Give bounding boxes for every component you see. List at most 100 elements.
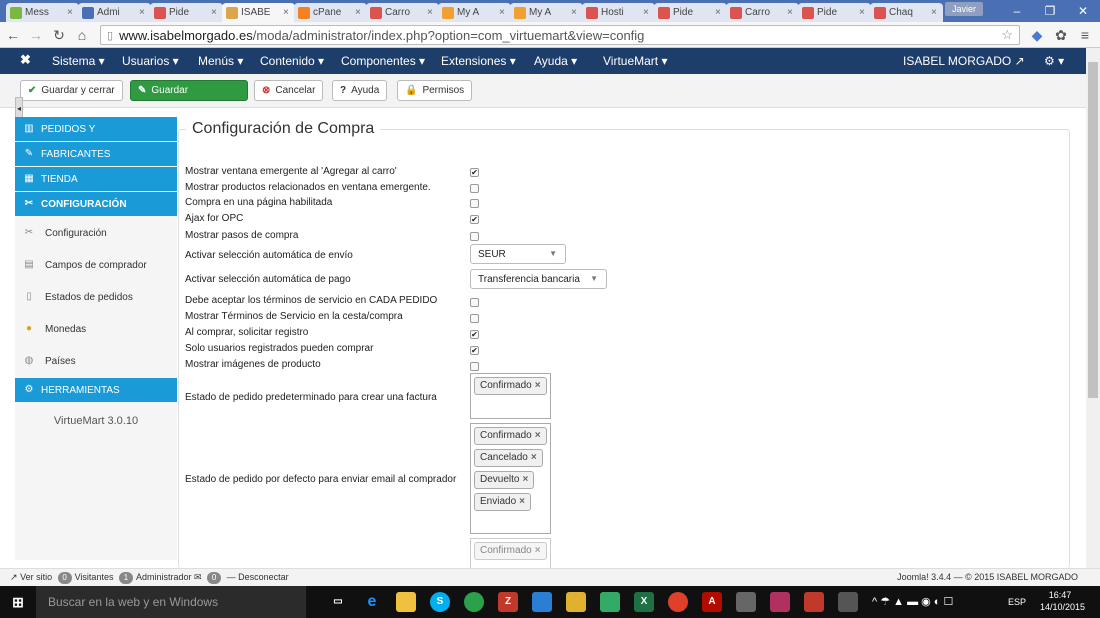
- save-button[interactable]: ✎ Guardar: [130, 80, 248, 101]
- permissions-button[interactable]: 🔒 Permisos: [397, 80, 473, 101]
- email-status-multiselect[interactable]: Confirmado × Cancelado × Devuelto × Enviado…: [470, 423, 551, 534]
- sidebar-item-currencies[interactable]: ● Monedas: [15, 313, 177, 345]
- browser-tab[interactable]: ISABE ×: [222, 3, 295, 22]
- payment-select[interactable]: Transferencia bancaria ▼: [470, 269, 607, 289]
- sidebar-header-configuration[interactable]: ✂ CONFIGURACIÓN: [15, 192, 177, 216]
- acrobat-icon[interactable]: A: [702, 592, 722, 612]
- admin-menu-item[interactable]: Menús ▾: [198, 54, 243, 68]
- sidebar-item-buyer-fields[interactable]: ▤ Campos de comprador: [15, 249, 177, 281]
- setting-checkbox[interactable]: [470, 199, 479, 208]
- browser-user-badge[interactable]: Javier: [945, 2, 983, 16]
- browser-tab[interactable]: Hosti ×: [582, 3, 655, 22]
- setting-checkbox[interactable]: ✔: [470, 168, 479, 177]
- shipping-select[interactable]: SEUR ▼: [470, 244, 566, 264]
- admin-menu-item[interactable]: Sistema ▾: [52, 54, 105, 68]
- browser-tab[interactable]: My A ×: [438, 3, 511, 22]
- app-icon[interactable]: [464, 592, 484, 612]
- admin-menu-item[interactable]: Usuarios ▾: [122, 54, 179, 68]
- app-7-icon[interactable]: [804, 592, 824, 612]
- logout-link[interactable]: Desconectar: [238, 572, 289, 582]
- setting-checkbox[interactable]: [470, 232, 479, 241]
- remove-chip-icon[interactable]: ×: [535, 430, 541, 441]
- setting-label: Debe aceptar los términos de servicio en…: [185, 295, 438, 306]
- taskbar-clock[interactable]: 16:47 14/10/2015: [1040, 589, 1085, 613]
- browser-tab[interactable]: Admi ×: [78, 3, 151, 22]
- setting-checkbox[interactable]: [470, 184, 479, 193]
- browser-tab[interactable]: Mess ×: [6, 3, 79, 22]
- invoice-status-multiselect[interactable]: Confirmado ×: [470, 373, 551, 419]
- taskbar-search[interactable]: Buscar en la web y en Windows: [36, 586, 306, 618]
- extension-icon[interactable]: ◆: [1028, 26, 1046, 44]
- browser-tab[interactable]: Chaq ×: [870, 3, 943, 22]
- joomla-logo-icon[interactable]: ✖: [20, 52, 31, 68]
- admin-menu-item[interactable]: VirtueMart ▾: [603, 54, 668, 68]
- sidebar-header-manufacturers[interactable]: ✎ FABRICANTES: [15, 142, 177, 166]
- setting-checkbox[interactable]: [470, 362, 479, 371]
- extension-2-icon[interactable]: ✿: [1052, 26, 1070, 44]
- remove-chip-icon[interactable]: ×: [535, 380, 541, 391]
- scrollbar-thumb[interactable]: [1088, 62, 1098, 398]
- close-tab-icon[interactable]: ×: [931, 7, 943, 18]
- sidebar-header-tools[interactable]: ⚙ HERRAMIENTAS: [15, 378, 177, 402]
- home-icon[interactable]: ⌂: [73, 26, 91, 44]
- sidebar-item-configuration[interactable]: ✂ Configuración: [15, 217, 177, 249]
- chrome-icon[interactable]: [668, 592, 688, 612]
- admin-menu-item[interactable]: Extensiones ▾: [441, 54, 516, 68]
- remove-chip-icon[interactable]: ×: [531, 452, 537, 463]
- remove-chip-icon[interactable]: ×: [535, 545, 541, 556]
- browser-tab[interactable]: Carro ×: [366, 3, 439, 22]
- browser-tab[interactable]: cPane ×: [294, 3, 367, 22]
- bookmark-star-icon[interactable]: ☆: [1001, 27, 1013, 43]
- remove-chip-icon[interactable]: ×: [519, 496, 525, 507]
- sidebar-item-order-states[interactable]: ▯ Estados de pedidos: [15, 281, 177, 313]
- browser-tab[interactable]: Pide ×: [654, 3, 727, 22]
- url-field[interactable]: ▯ www.isabelmorgado.es/moda/administrato…: [100, 25, 1020, 45]
- sidebar-item-countries[interactable]: ◍ Países: [15, 345, 177, 377]
- filezilla-icon[interactable]: Z: [498, 592, 518, 612]
- view-site-link[interactable]: Ver sitio: [20, 572, 52, 582]
- setting-checkbox[interactable]: [470, 298, 479, 307]
- close-window-icon[interactable]: ✕: [1068, 2, 1098, 20]
- remove-chip-icon[interactable]: ×: [522, 474, 528, 485]
- language-indicator[interactable]: ESP: [1006, 592, 1028, 612]
- browser-tab[interactable]: My A ×: [510, 3, 583, 22]
- windows-start-icon[interactable]: ⊞: [8, 592, 28, 612]
- cancel-button[interactable]: ⊗ Cancelar: [254, 80, 324, 101]
- admin-menu-item[interactable]: Contenido ▾: [260, 54, 324, 68]
- app-3-icon[interactable]: [566, 592, 586, 612]
- save-close-button[interactable]: ✔ Guardar y cerrar: [20, 80, 123, 101]
- wrench-icon: ✎: [24, 148, 34, 159]
- reload-icon[interactable]: ↻: [50, 26, 68, 44]
- back-icon[interactable]: ←: [4, 26, 22, 44]
- browser-tab[interactable]: Pide ×: [798, 3, 871, 22]
- skype-icon[interactable]: S: [430, 592, 450, 612]
- app-4-icon[interactable]: [600, 592, 620, 612]
- admin-menu-item[interactable]: Componentes ▾: [341, 54, 425, 68]
- browser-tab[interactable]: Carro ×: [726, 3, 799, 22]
- minimize-icon[interactable]: –: [1002, 2, 1032, 20]
- app-8-icon[interactable]: [838, 592, 858, 612]
- edge-icon[interactable]: e: [362, 592, 382, 612]
- settings-gear-icon[interactable]: ⚙ ▾: [1044, 54, 1064, 68]
- restore-icon[interactable]: ❐: [1035, 2, 1065, 20]
- setting-checkbox[interactable]: ✔: [470, 215, 479, 224]
- setting-checkbox[interactable]: [470, 314, 479, 323]
- forward-icon[interactable]: →: [27, 26, 45, 44]
- app-2-icon[interactable]: [532, 592, 552, 612]
- browser-tab[interactable]: Pide ×: [150, 3, 223, 22]
- explorer-icon[interactable]: [396, 592, 416, 612]
- setting-checkbox[interactable]: ✔: [470, 346, 479, 355]
- excel-icon[interactable]: X: [634, 592, 654, 612]
- sidebar-header-store[interactable]: ▦ TIENDA: [15, 167, 177, 191]
- next-status-multiselect[interactable]: Confirmado ×: [470, 538, 551, 568]
- setting-checkbox[interactable]: ✔: [470, 330, 479, 339]
- help-button[interactable]: ? Ayuda: [332, 80, 388, 101]
- sidebar-header-orders[interactable]: ▥ PEDIDOS Y: [15, 117, 177, 141]
- app-5-icon[interactable]: [736, 592, 756, 612]
- user-menu[interactable]: ISABEL MORGADO ↗: [903, 54, 1025, 68]
- menu-icon[interactable]: ≡: [1076, 26, 1094, 44]
- system-tray-icons[interactable]: ^ ☂ ▲ ▬ ◉ ◐ ☐: [872, 592, 992, 612]
- app-6-icon[interactable]: [770, 592, 790, 612]
- task-view-icon[interactable]: ▭: [328, 592, 348, 612]
- admin-menu-item[interactable]: Ayuda ▾: [534, 54, 577, 68]
